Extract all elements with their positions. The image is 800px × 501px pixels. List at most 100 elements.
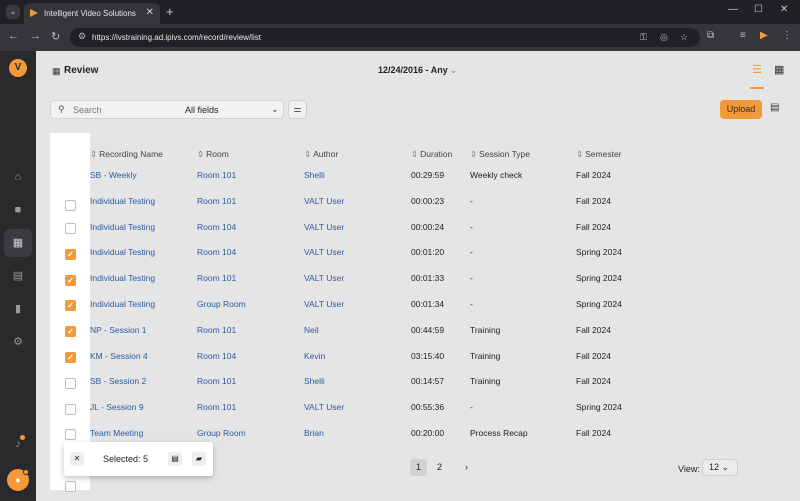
page-size-select[interactable]: 12 ⌄: [702, 459, 738, 476]
col-room-cell[interactable]: Room 101: [197, 266, 236, 292]
row-checkbox[interactable]: ✓: [65, 300, 76, 312]
password-key-icon[interactable]: ⚿: [640, 32, 647, 43]
col-room-cell[interactable]: Room 104: [197, 240, 236, 266]
col-recording-name-cell[interactable]: JL - Session 9: [90, 395, 144, 421]
row-checkbox[interactable]: [65, 403, 76, 415]
col-author-cell[interactable]: Neil: [304, 318, 319, 344]
close-selection-icon[interactable]: ✕: [70, 452, 84, 466]
app-logo-icon[interactable]: V: [9, 59, 27, 77]
settings-gear-icon[interactable]: ⚙: [4, 328, 32, 356]
table-row[interactable]: JL - Session 9 Room 101 VALT User 00:55:36 -…: [50, 395, 770, 421]
table-row[interactable]: Individual Testing Room 101 VALT User 00:00…: [50, 189, 770, 215]
browser-menu-icon[interactable]: ⋮: [782, 30, 792, 41]
col-recording-name-cell[interactable]: Individual Testing: [90, 292, 155, 318]
col-room-cell[interactable]: Room 101: [197, 395, 236, 421]
search-bar[interactable]: ⚲ Search All fields ⌄: [50, 100, 284, 119]
col-recording-name-cell[interactable]: Individual Testing: [90, 189, 155, 215]
col-recording-name-cell[interactable]: SB - Weekly: [90, 163, 137, 189]
select-all-checkbox[interactable]: [65, 200, 76, 211]
row-checkbox[interactable]: [65, 429, 76, 441]
row-checkbox[interactable]: ✓: [65, 326, 76, 338]
col-recording-name-header[interactable]: ⇕ Recording Name: [90, 149, 163, 160]
col-recording-name-cell[interactable]: NP - Session 1: [90, 318, 147, 344]
col-session-type-header[interactable]: ⇕ Session Type: [470, 149, 530, 160]
app-extension-icon[interactable]: ▶: [760, 30, 768, 41]
eye-off-icon[interactable]: ◎: [660, 32, 668, 43]
table-row[interactable]: Individual Testing Room 104 VALT User 00:00…: [50, 215, 770, 241]
table-row[interactable]: Individual Testing Group Room VALT User 00:…: [50, 292, 770, 318]
col-room-header[interactable]: ⇕ Room: [197, 149, 229, 160]
grid-view-icon[interactable]: ▦: [774, 63, 784, 76]
table-row[interactable]: Individual Testing Room 104 VALT User 00:01…: [50, 240, 770, 266]
camera-icon[interactable]: ■: [4, 196, 32, 224]
col-author-cell[interactable]: Shelli: [304, 369, 325, 395]
upload-button[interactable]: Upload: [720, 100, 762, 119]
field-select[interactable]: All fields: [185, 105, 219, 115]
row-checkbox[interactable]: [65, 481, 76, 492]
col-author-cell[interactable]: VALT User: [304, 189, 344, 215]
site-info-icon[interactable]: ⚙: [78, 31, 86, 42]
col-recording-name-cell[interactable]: KM - Session 4: [90, 344, 148, 370]
reports-chart-icon[interactable]: ▮: [4, 295, 32, 323]
next-page-icon[interactable]: ›: [458, 459, 475, 476]
new-tab-icon[interactable]: +: [166, 4, 174, 19]
page-2-button[interactable]: 2: [431, 459, 448, 476]
col-author-cell[interactable]: Brian: [304, 421, 324, 447]
col-author-cell[interactable]: Kevin: [304, 344, 325, 370]
col-room-cell[interactable]: Room 101: [197, 369, 236, 395]
col-recording-name-cell[interactable]: SB - Session 2: [90, 369, 146, 395]
list-view-icon[interactable]: ☰: [752, 63, 762, 76]
col-author-cell[interactable]: VALT User: [304, 215, 344, 241]
review-film-icon[interactable]: ▦: [4, 229, 32, 257]
table-row[interactable]: Individual Testing Room 101 VALT User 00:01…: [50, 266, 770, 292]
col-room-cell[interactable]: Group Room: [197, 292, 246, 318]
reload-icon[interactable]: ↻: [51, 30, 60, 43]
delete-selected-icon[interactable]: ▰: [192, 452, 206, 466]
maximize-icon[interactable]: ☐: [754, 4, 763, 15]
col-author-cell[interactable]: VALT User: [304, 240, 344, 266]
col-room-cell[interactable]: Room 104: [197, 215, 236, 241]
col-room-cell[interactable]: Room 104: [197, 344, 236, 370]
page-1-button[interactable]: 1: [410, 459, 427, 476]
forward-icon[interactable]: →: [30, 30, 41, 42]
col-recording-name-cell[interactable]: Individual Testing: [90, 266, 155, 292]
tab-search-icon[interactable]: ⌄: [6, 5, 20, 19]
bookmark-star-icon[interactable]: ☆: [680, 32, 688, 43]
export-selected-icon[interactable]: ▤: [168, 452, 182, 466]
url-field[interactable]: ⚙ https://ivstraining.ad.ipivs.com/recor…: [70, 28, 700, 47]
date-range-filter[interactable]: 12/24/2016 - Any ⌄: [378, 65, 457, 76]
col-author-cell[interactable]: VALT User: [304, 292, 344, 318]
col-author-header[interactable]: ⇕ Author: [304, 149, 338, 160]
extensions-icon[interactable]: ⧉: [707, 30, 714, 41]
home-icon[interactable]: ⌂: [4, 163, 32, 191]
table-row[interactable]: SB - Session 2 Room 101 Shelli 00:14:57 Trai…: [50, 369, 770, 395]
window-close-icon[interactable]: ✕: [780, 4, 788, 15]
search-input[interactable]: Search: [73, 105, 102, 115]
row-checkbox[interactable]: [65, 223, 76, 234]
col-author-cell[interactable]: VALT User: [304, 395, 344, 421]
row-checkbox[interactable]: [65, 377, 76, 389]
table-row[interactable]: NP - Session 1 Room 101 Neil 00:44:59 Traini…: [50, 318, 770, 344]
row-checkbox[interactable]: ✓: [65, 274, 76, 286]
table-row[interactable]: SB - Weekly Room 101 Shelli 00:29:59 Weekly …: [50, 163, 770, 189]
notifications-bell-icon[interactable]: ♪: [4, 430, 32, 458]
col-duration-header[interactable]: ⇕ Duration: [411, 149, 452, 160]
row-checkbox[interactable]: ✓: [65, 248, 76, 260]
row-checkbox[interactable]: ✓: [65, 352, 76, 363]
col-room-cell[interactable]: Room 101: [197, 163, 236, 189]
table-row[interactable]: KM - Session 4 Room 104 Kevin 03:15:40 Train…: [50, 344, 770, 370]
col-author-cell[interactable]: VALT User: [304, 266, 344, 292]
col-author-cell[interactable]: Shelli: [304, 163, 325, 189]
col-recording-name-cell[interactable]: Individual Testing: [90, 215, 155, 241]
col-recording-name-cell[interactable]: Individual Testing: [90, 240, 155, 266]
close-tab-icon[interactable]: ✕: [146, 7, 154, 18]
col-room-cell[interactable]: Room 101: [197, 189, 236, 215]
back-icon[interactable]: ←: [8, 30, 19, 42]
media-controls-icon[interactable]: ≡: [740, 30, 746, 41]
minimize-icon[interactable]: —: [728, 4, 738, 15]
filter-settings-button[interactable]: ⚌: [288, 100, 307, 119]
col-semester-header[interactable]: ⇕ Semester: [576, 149, 622, 160]
schedule-icon[interactable]: ▤: [4, 262, 32, 290]
col-room-cell[interactable]: Room 101: [197, 318, 236, 344]
export-file-icon[interactable]: ▤: [770, 102, 779, 113]
